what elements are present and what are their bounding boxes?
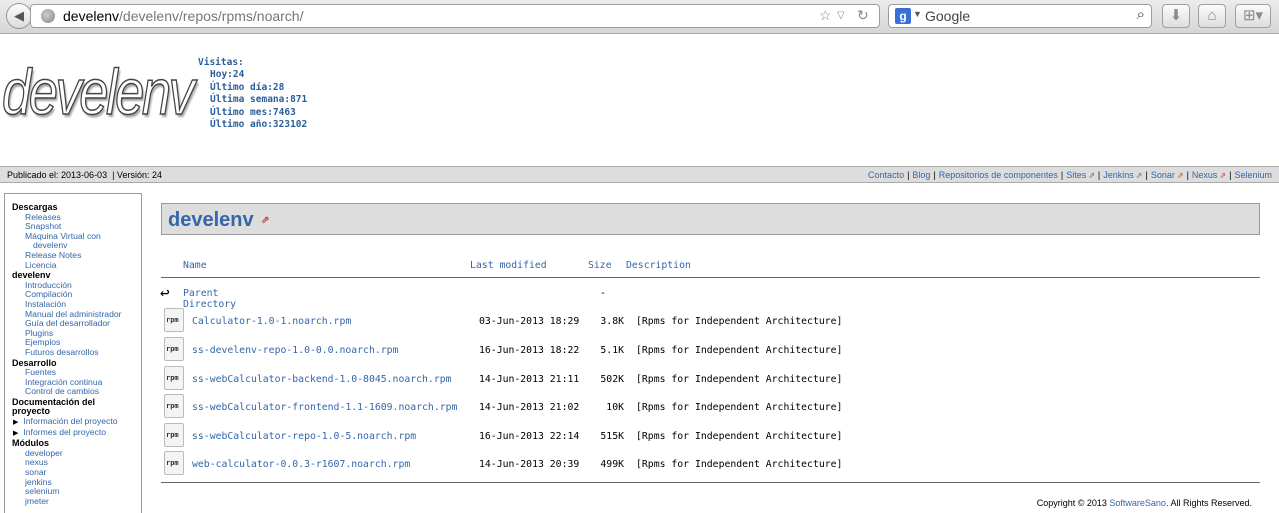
downloads-button[interactable]: ⬇ xyxy=(1162,4,1190,28)
search-input[interactable]: Google xyxy=(925,8,970,24)
triangle-right-icon[interactable]: ▶ xyxy=(13,430,23,437)
file-size: 499K xyxy=(600,459,624,470)
file-modified: 14-Jun-2013 20:39 xyxy=(479,459,580,470)
file-size: - xyxy=(600,288,606,299)
file-size: 5.1K xyxy=(600,345,624,356)
bookmark-star-icon[interactable]: ☆ xyxy=(819,7,832,24)
visits-row: Último mes:7463 xyxy=(210,106,296,118)
divider xyxy=(161,277,1260,278)
link-selenium[interactable]: Selenium xyxy=(1234,170,1272,180)
breadcrumb-bar: Publicado el: 2013-06-03 | Versión: 24 C… xyxy=(0,166,1279,183)
file-modified: 14-Jun-2013 21:11 xyxy=(479,374,580,385)
parent-directory-link[interactable]: Parent Directory xyxy=(183,288,236,310)
link-contacto[interactable]: Contacto xyxy=(868,170,904,180)
url-text[interactable]: develenv/develenv/repos/rpms/noarch/ xyxy=(63,8,303,24)
nav-item-licencia[interactable]: Licencia xyxy=(12,260,141,271)
file-description: [Rpms for Independent Architecture] xyxy=(636,459,843,470)
rpm-file-icon: rpm xyxy=(164,394,184,418)
file-description: [Rpms for Independent Architecture] xyxy=(636,345,843,356)
nav-item-maquina-virtual[interactable]: Máquina Virtual con xyxy=(12,231,141,242)
browser-toolbar: ◀ develenv/develenv/repos/rpms/noarch/ ☆… xyxy=(0,0,1279,34)
back-arrow-icon: ↩ xyxy=(160,283,170,302)
external-link-icon: ⇗ xyxy=(261,215,270,227)
file-modified: 03-Jun-2013 18:29 xyxy=(479,316,580,327)
external-link-icon: ⇗ xyxy=(1176,171,1184,180)
extensions-button[interactable]: ⊞▾ xyxy=(1235,4,1271,28)
page-title[interactable]: develenv ⇗ xyxy=(168,209,270,232)
file-link[interactable]: web-calculator-0.0.3-r1607.noarch.rpm xyxy=(192,459,410,470)
publish-date: Publicado el: 2013-06-03 xyxy=(7,170,108,180)
external-link-icon: ⇗ xyxy=(1219,171,1227,180)
rpm-file-icon: rpm xyxy=(164,451,184,475)
file-description: [Rpms for Independent Architecture] xyxy=(636,316,843,327)
publish-info: Publicado el: 2013-06-03 | Versión: 24 xyxy=(7,167,162,183)
file-link[interactable]: ss-webCalculator-repo-1.0-5.noarch.rpm xyxy=(192,431,416,442)
nav-item-jmeter[interactable]: jmeter xyxy=(12,496,141,507)
file-modified: 16-Jun-2013 22:14 xyxy=(479,431,580,442)
file-description: [Rpms for Independent Architecture] xyxy=(636,431,843,442)
file-description: [Rpms for Independent Architecture] xyxy=(636,374,843,385)
link-sonar[interactable]: Sonar xyxy=(1151,170,1175,180)
file-modified: 14-Jun-2013 21:02 xyxy=(479,402,580,413)
nav-item-informes[interactable]: ▶ Informes del proyecto xyxy=(12,427,141,439)
column-header-description[interactable]: Description xyxy=(626,260,691,271)
rpm-file-icon: rpm xyxy=(164,366,184,390)
link-repositorios[interactable]: Repositorios de componentes xyxy=(939,170,1058,180)
file-description: [Rpms for Independent Architecture] xyxy=(636,402,843,413)
version-info: | Versión: 24 xyxy=(112,170,162,180)
link-sites[interactable]: Sites xyxy=(1066,170,1086,180)
visits-row: Hoy:24 xyxy=(210,69,245,81)
visits-row: Último año:323102 xyxy=(210,119,308,131)
link-jenkins[interactable]: Jenkins xyxy=(1103,170,1134,180)
divider xyxy=(161,482,1260,483)
top-links: Contacto | Blog | Repositorios de componente… xyxy=(868,170,1272,180)
column-header-modified[interactable]: Last modified xyxy=(470,260,547,271)
link-nexus[interactable]: Nexus xyxy=(1192,170,1218,180)
external-link-icon: ⇗ xyxy=(1088,171,1095,180)
copyright-suffix: . All Rights Reserved. xyxy=(1165,498,1252,508)
site-banner: develenv Visitas: Hoy:24 Último día:28 Ú… xyxy=(0,35,1279,166)
file-link[interactable]: Calculator-1.0-1.noarch.rpm xyxy=(192,316,351,327)
search-bar[interactable]: g ▼ Google ⌕ xyxy=(888,4,1152,28)
visits-title: Visitas: xyxy=(198,57,244,68)
file-size: 502K xyxy=(600,374,624,385)
nav-item-control-cambios[interactable]: Control de cambios xyxy=(12,387,141,397)
reload-icon[interactable]: ↻ xyxy=(857,7,869,24)
site-logo[interactable]: develenv xyxy=(1,55,195,129)
triangle-right-icon[interactable]: ▶ xyxy=(13,419,23,426)
file-size: 3.8K xyxy=(600,316,624,327)
column-header-name[interactable]: Name xyxy=(183,260,207,271)
file-link[interactable]: ss-webCalculator-backend-1.0-8045.noarch… xyxy=(192,374,452,385)
nav-item-futuros[interactable]: Futuros desarrollos xyxy=(12,347,141,358)
globe-icon xyxy=(41,9,55,23)
address-bar[interactable]: develenv/develenv/repos/rpms/noarch/ ☆ ▽… xyxy=(30,4,880,28)
rpm-file-icon: rpm xyxy=(164,423,184,447)
home-button[interactable]: ⌂ xyxy=(1198,4,1226,28)
file-link[interactable]: ss-webCalculator-frontend-1.1-1609.noarc… xyxy=(192,402,457,413)
column-header-size[interactable]: Size xyxy=(588,260,612,271)
link-blog[interactable]: Blog xyxy=(912,170,930,180)
left-navigation: Descargas Releases Snapshot Máquina Virt… xyxy=(4,193,142,513)
file-modified: 16-Jun-2013 18:22 xyxy=(479,345,580,356)
chevron-down-icon[interactable]: ▽ xyxy=(837,10,845,21)
file-link[interactable]: ss-develenv-repo-1.0-0.0.noarch.rpm xyxy=(192,345,398,356)
company-link[interactable]: SoftwareSano xyxy=(1109,498,1166,508)
file-size: 10K xyxy=(606,402,624,413)
google-icon[interactable]: g xyxy=(895,8,911,24)
chevron-down-icon[interactable]: ▼ xyxy=(913,9,922,19)
visit-counter: Visitas: Hoy:24 Último día:28 Última sem… xyxy=(198,57,307,131)
file-size: 515K xyxy=(600,431,624,442)
nav-section-title: Documentación del proyecto xyxy=(12,396,96,417)
copyright-prefix: Copyright © 2013 xyxy=(1036,498,1107,508)
rpm-file-icon: rpm xyxy=(164,308,184,332)
rpm-file-icon: rpm xyxy=(164,337,184,361)
page-title-box: develenv ⇗ xyxy=(161,203,1260,235)
visits-row: Último día:28 xyxy=(210,81,285,93)
visits-row: Última semana:871 xyxy=(210,94,308,106)
search-icon[interactable]: ⌕ xyxy=(1137,6,1145,23)
back-button[interactable]: ◀ xyxy=(6,3,32,29)
copyright-footer: Copyright © 2013 SoftwareSano. All Right… xyxy=(1037,498,1252,508)
